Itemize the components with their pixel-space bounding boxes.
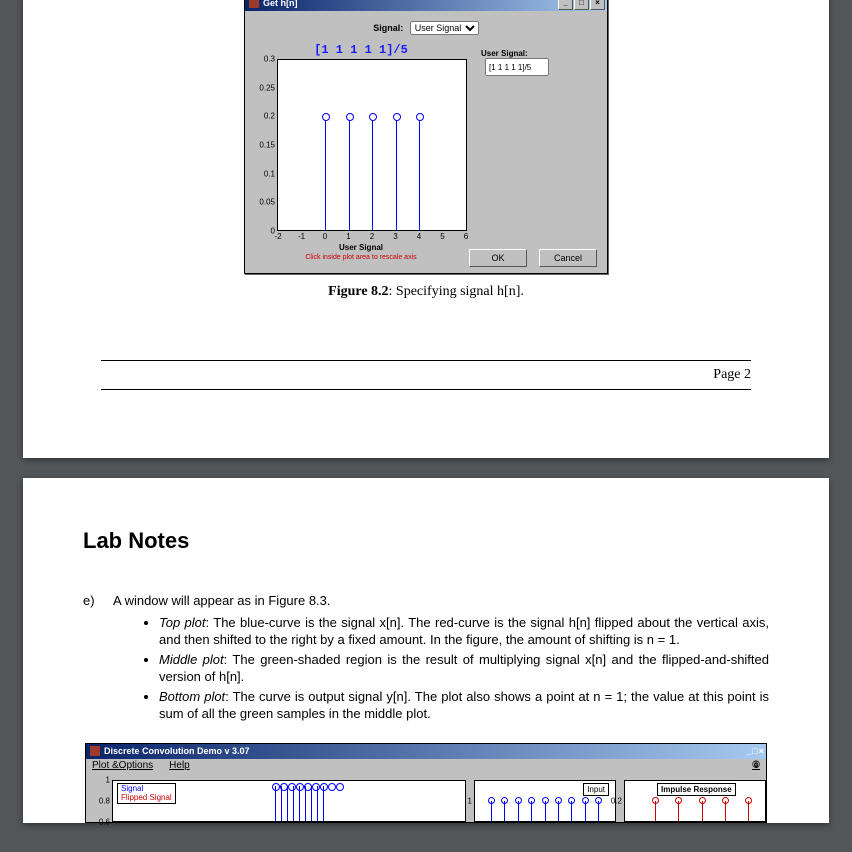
list-item: Middle plot: The green-shaded region is … [159, 651, 769, 686]
stem-plot[interactable]: -2 -1 0 1 2 3 4 5 6 [277, 59, 467, 231]
plot-hint: Click inside plot area to rescale axis [255, 254, 467, 261]
window-title: Get h[n] [263, 0, 298, 8]
ytick: 1 [468, 796, 472, 805]
menubar: Plot &Options Help 🞋 [86, 759, 766, 772]
xtick: -1 [298, 232, 305, 241]
menu-plot-options[interactable]: Plot &Options [92, 760, 153, 771]
ytick: 0.6 [99, 817, 110, 826]
xtick: 0 [323, 232, 327, 241]
user-signal-label: User Signal: [481, 49, 528, 58]
menu-help[interactable]: Help [169, 760, 190, 771]
app-icon [249, 0, 259, 8]
app-icon [90, 746, 100, 756]
ytick: 0.2 [611, 796, 622, 805]
ytick: 0.25 [259, 83, 275, 92]
minimize-icon[interactable]: _ [746, 746, 751, 756]
plot-xlabel: User Signal [255, 243, 467, 252]
xtick: 2 [370, 232, 374, 241]
ytick: 0.15 [259, 141, 275, 150]
menu-expand-icon[interactable]: 🞋 [752, 760, 760, 771]
ytick: 0.1 [264, 169, 275, 178]
window-titlebar: Discrete Convolution Demo v 3.07 _ □ × [86, 744, 766, 759]
list-letter: e) [83, 592, 113, 743]
close-icon[interactable]: × [759, 746, 764, 756]
legend-input: Input [583, 783, 609, 796]
ytick: 1 [106, 775, 110, 784]
xtick: 4 [417, 232, 421, 241]
figure-caption: Figure 8.2: Specifying signal h[n]. [101, 284, 751, 300]
legend: Signal Flipped Signal [117, 783, 176, 805]
minimize-icon[interactable]: _ [558, 0, 573, 10]
maximize-icon[interactable]: □ [574, 0, 589, 10]
signal-label: Signal: [373, 23, 403, 33]
ytick: 0.05 [259, 198, 275, 207]
window-title: Discrete Convolution Demo v 3.07 [104, 746, 250, 756]
get-hn-dialog: Get h[n] _ □ × Signal: User Signal [244, 0, 608, 274]
conv-demo-dialog: Discrete Convolution Demo v 3.07 _ □ × P… [85, 743, 767, 823]
xtick: 1 [346, 232, 350, 241]
cancel-button[interactable]: Cancel [539, 249, 597, 267]
list-item: Top plot: The blue-curve is the signal x… [159, 614, 769, 649]
user-signal-input[interactable] [485, 58, 549, 76]
plot-title: [1 1 1 1 1]/5 [255, 43, 467, 57]
heading-lab-notes: Lab Notes [83, 528, 769, 554]
ytick: 0.2 [264, 112, 275, 121]
xtick: 3 [393, 232, 397, 241]
xtick: 5 [440, 232, 444, 241]
legend-impulse: Impulse Response [657, 783, 736, 796]
list-item: Bottom plot: The curve is output signal … [159, 688, 769, 723]
ytick: 0.8 [99, 796, 110, 805]
xtick: -2 [274, 232, 281, 241]
page-number: Page 2 [101, 361, 751, 389]
window-titlebar: Get h[n] _ □ × [245, 0, 607, 11]
intro-text: A window will appear as in Figure 8.3. [113, 593, 331, 608]
maximize-icon[interactable]: □ [752, 746, 757, 756]
ytick: 0.3 [264, 55, 275, 64]
close-icon[interactable]: × [590, 0, 605, 10]
ok-button[interactable]: OK [469, 249, 527, 267]
signal-select[interactable]: User Signal [410, 21, 479, 35]
